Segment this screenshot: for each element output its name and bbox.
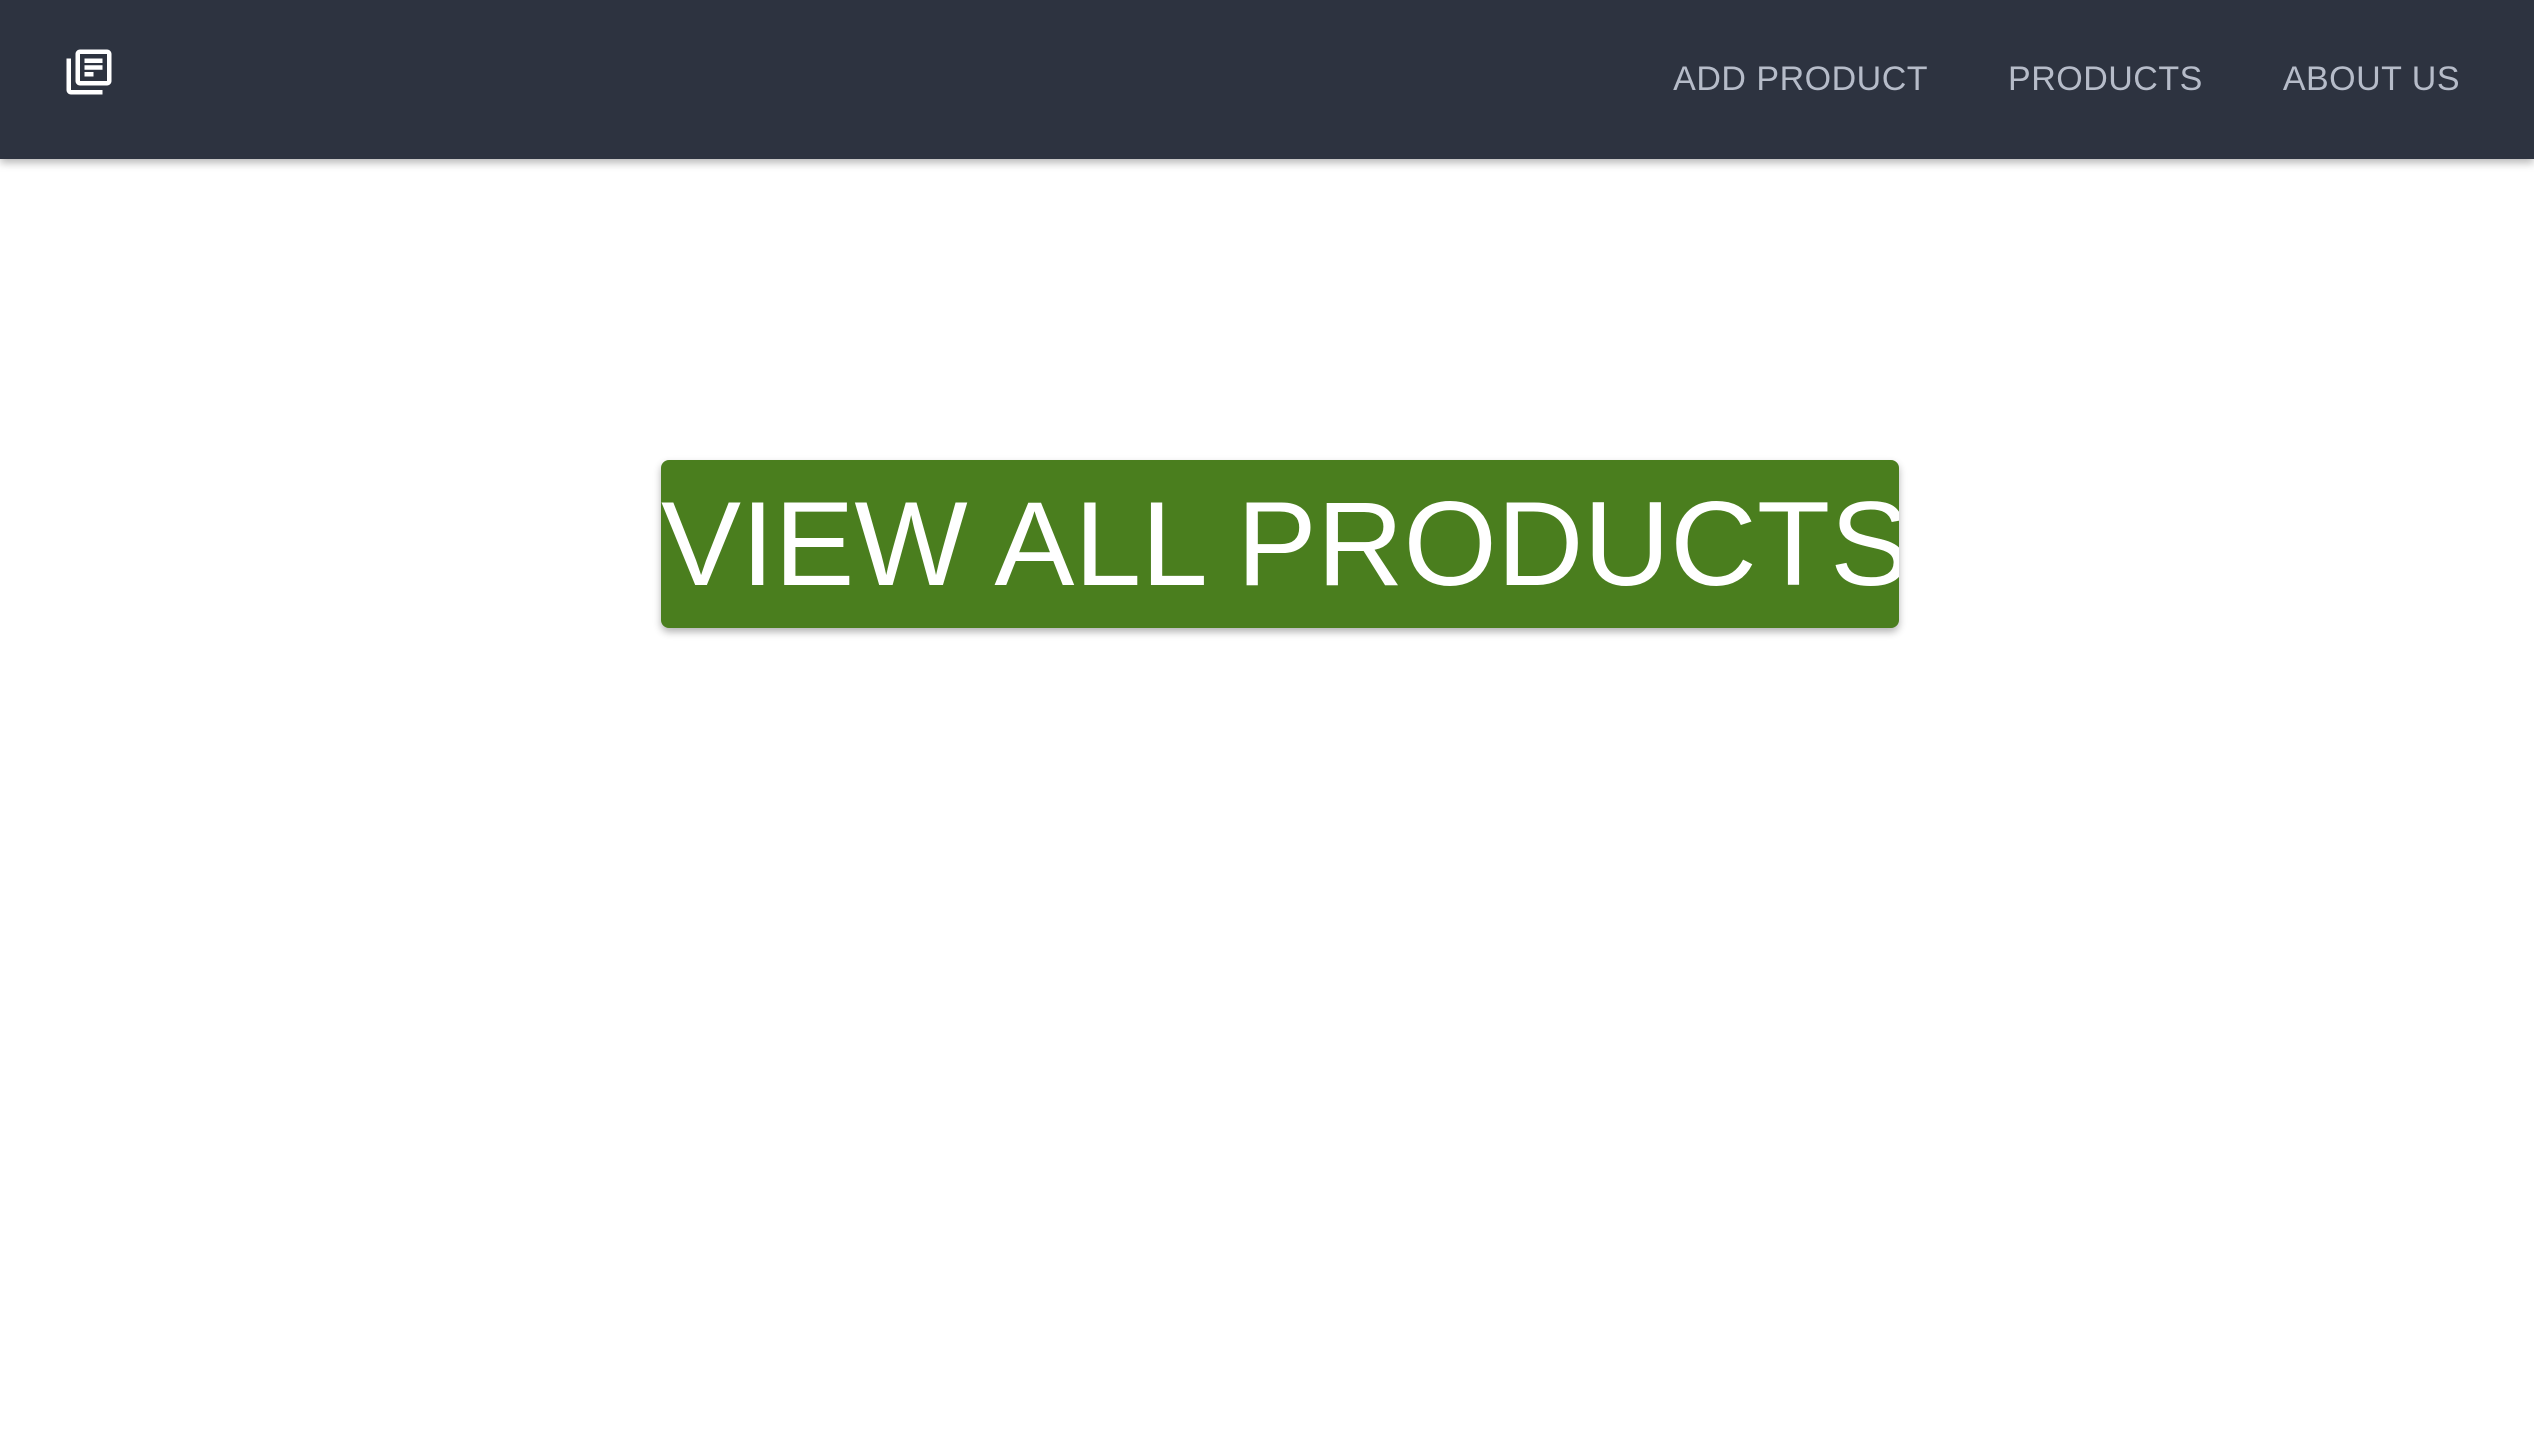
top-navbar: ADD PRODUCT PRODUCTS ABOUT US: [0, 0, 2534, 159]
news-feed-icon: [62, 45, 116, 99]
nav-links: ADD PRODUCT PRODUCTS ABOUT US: [1673, 0, 2460, 159]
nav-link-products[interactable]: PRODUCTS: [2008, 60, 2203, 99]
nav-link-about-us[interactable]: ABOUT US: [2283, 60, 2460, 99]
nav-link-add-product[interactable]: ADD PRODUCT: [1673, 60, 1928, 99]
logo-link[interactable]: [62, 45, 116, 99]
view-all-products-button[interactable]: VIEW ALL PRODUCTS: [661, 460, 1899, 628]
main-content: VIEW ALL PRODUCTS: [0, 159, 2534, 1442]
